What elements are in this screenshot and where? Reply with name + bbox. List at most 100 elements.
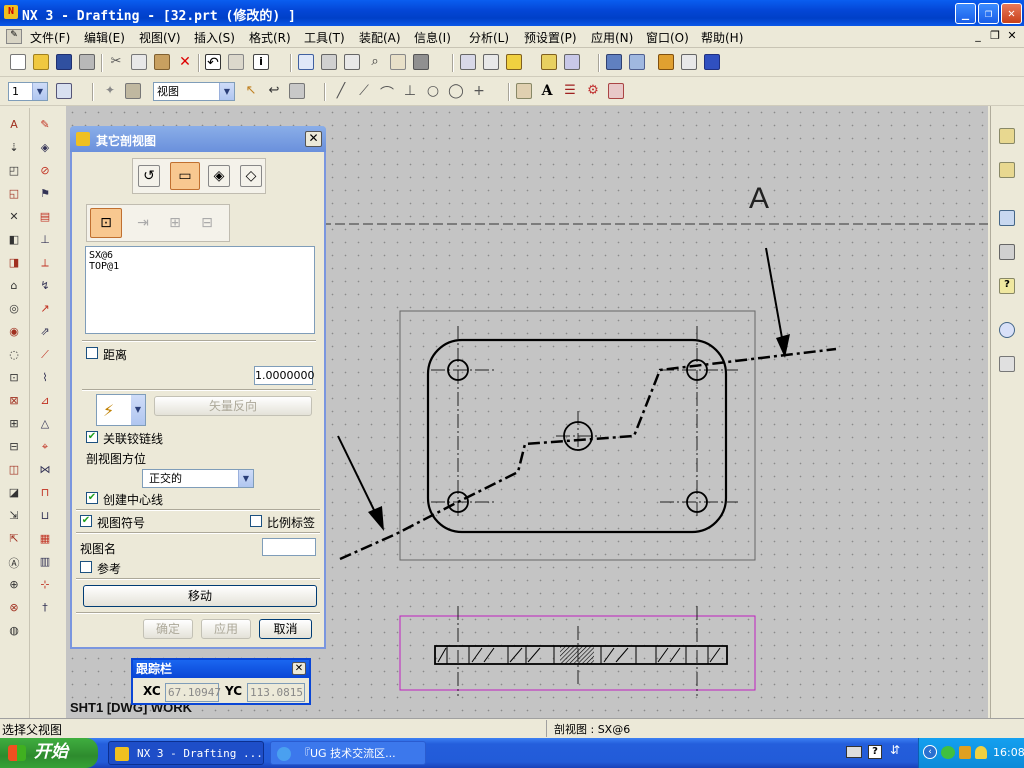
tool-d-icon[interactable]: ◧ xyxy=(6,233,22,248)
dim-tool-20-icon[interactable]: ▥ xyxy=(37,555,53,570)
layer-combo[interactable]: 1 ▼ xyxy=(8,82,48,101)
material-icon[interactable] xyxy=(629,54,645,70)
repeat-icon[interactable] xyxy=(228,54,244,70)
cancel-button[interactable]: 取消 xyxy=(259,619,312,639)
dim-tool-3-icon[interactable]: ⊘ xyxy=(37,164,53,179)
layer-settings-icon[interactable] xyxy=(56,83,72,99)
fit-view-icon[interactable] xyxy=(298,54,314,70)
tool-u-icon[interactable]: ◍ xyxy=(6,624,22,639)
system-icon[interactable] xyxy=(999,356,1015,372)
delete-icon[interactable]: ✕ xyxy=(177,54,193,70)
menu-window[interactable]: 窗口(O) xyxy=(646,29,689,46)
copy-icon[interactable] xyxy=(131,54,147,70)
tool-s-icon[interactable]: ⊕ xyxy=(6,578,22,593)
list-item[interactable]: TOP@1 xyxy=(89,261,311,272)
view-tool-icon[interactable] xyxy=(289,83,305,99)
tool-c-icon[interactable]: ✕ xyxy=(6,210,22,225)
tool-h-icon[interactable]: ◉ xyxy=(6,325,22,340)
dim-tool-6-icon[interactable]: ⊥ xyxy=(37,233,53,248)
help-icon[interactable]: ? xyxy=(999,278,1015,294)
expand-icon[interactable]: ⇣ xyxy=(6,141,22,156)
dim-tool-5-icon[interactable]: ▤ xyxy=(37,210,53,225)
select-filter-icon[interactable] xyxy=(541,54,557,70)
menu-preferences[interactable]: 预设置(P) xyxy=(524,29,577,46)
vector-method-select[interactable]: ⚡ ▼ xyxy=(96,394,146,426)
output-icon[interactable] xyxy=(704,54,720,70)
security-icon[interactable] xyxy=(959,746,971,759)
dim-tool-21-icon[interactable]: ⊹ xyxy=(37,578,53,593)
menu-insert[interactable]: 插入(S) xyxy=(194,29,235,46)
tool-t-icon[interactable]: ⊗ xyxy=(6,601,22,616)
plot-icon[interactable] xyxy=(608,83,624,99)
yc-field[interactable]: 113.0815 xyxy=(247,683,305,702)
doc-minimize-button[interactable]: _ xyxy=(970,29,986,44)
create-centerline-checkbox[interactable]: ✔ xyxy=(86,492,98,504)
print-icon[interactable] xyxy=(79,54,95,70)
object-display-icon[interactable] xyxy=(606,54,622,70)
text-tool-icon[interactable]: A xyxy=(6,118,22,133)
dim-tool-7-icon[interactable]: ⟂ xyxy=(37,256,53,271)
task-browser[interactable]: 『UG 技术交流区... xyxy=(270,741,426,765)
tray-arrow-icon[interactable]: ⇵ xyxy=(890,743,900,757)
menu-help[interactable]: 帮助(H) xyxy=(701,29,743,46)
menu-tools[interactable]: 工具(T) xyxy=(304,29,345,46)
dim-tool-14-icon[interactable]: △ xyxy=(37,417,53,432)
dim-tool-19-icon[interactable]: ▦ xyxy=(37,532,53,547)
circle-icon[interactable]: ○ xyxy=(425,83,441,99)
menu-application[interactable]: 应用(N) xyxy=(591,29,633,46)
tool-k-icon[interactable]: ⊠ xyxy=(6,394,22,409)
tracking-close-button[interactable]: ✕ xyxy=(292,662,306,675)
dialog-close-button[interactable]: ✕ xyxy=(305,131,322,147)
view-name-input[interactable] xyxy=(262,538,316,556)
cut-icon[interactable]: ✂ xyxy=(108,54,124,70)
tray-expand-icon[interactable]: ‹ xyxy=(923,745,937,759)
half-section-icon[interactable]: ▭ xyxy=(170,162,200,190)
tool-r-icon[interactable]: Ⓐ xyxy=(6,555,22,570)
help-tray-icon[interactable]: ? xyxy=(868,745,882,759)
apply-button[interactable]: 应用 xyxy=(201,619,251,639)
solid-icon[interactable] xyxy=(125,83,141,99)
wcs-icon[interactable] xyxy=(506,54,522,70)
tool-f-icon[interactable]: ⌂ xyxy=(6,279,22,294)
menu-info[interactable]: 信息(I) xyxy=(414,29,451,46)
menu-assembly[interactable]: 装配(A) xyxy=(359,29,401,46)
select-parent-icon[interactable]: ⊡ xyxy=(90,208,122,238)
place-view-icon[interactable]: ⊟ xyxy=(196,212,218,234)
task-nx[interactable]: NX 3 - Drafting ... xyxy=(108,741,264,765)
dimension-icon[interactable] xyxy=(516,83,532,99)
unfolded-section-icon[interactable]: ◇ xyxy=(240,165,262,187)
dim-tool-9-icon[interactable]: ↗ xyxy=(37,302,53,317)
cross-icon[interactable]: + xyxy=(471,83,487,99)
layer-icon[interactable] xyxy=(460,54,476,70)
list-item[interactable]: SX@6 xyxy=(89,250,311,261)
tool-q-icon[interactable]: ⇱ xyxy=(6,532,22,547)
light-icon[interactable] xyxy=(681,54,697,70)
menu-file[interactable]: 文件(F) xyxy=(30,29,70,46)
revolved-section-icon[interactable]: ↺ xyxy=(138,165,160,187)
perpendicular-icon[interactable]: ⊥ xyxy=(402,83,418,99)
shade-icon[interactable] xyxy=(413,54,429,70)
history-icon[interactable] xyxy=(999,322,1015,338)
pan-icon[interactable] xyxy=(344,54,360,70)
menu-edit[interactable]: 编辑(E) xyxy=(84,29,125,46)
tool-g-icon[interactable]: ◎ xyxy=(6,302,22,317)
network-icon[interactable] xyxy=(941,746,955,759)
tool-m-icon[interactable]: ⊟ xyxy=(6,440,22,455)
circle2-icon[interactable]: ◯ xyxy=(448,83,464,99)
assembly-nav-icon[interactable] xyxy=(999,128,1015,144)
palette-icon[interactable] xyxy=(999,244,1015,260)
tool-j-icon[interactable]: ⊡ xyxy=(6,371,22,386)
minimize-button[interactable]: _ xyxy=(955,3,976,24)
menu-view[interactable]: 视图(V) xyxy=(139,29,181,46)
dim-tool-17-icon[interactable]: ⊓ xyxy=(37,486,53,501)
move-button[interactable]: 移动 xyxy=(83,585,317,607)
distance-checkbox[interactable] xyxy=(86,347,98,359)
ok-button[interactable]: 确定 xyxy=(143,619,193,639)
reference-checkbox[interactable] xyxy=(80,561,92,573)
menu-analysis[interactable]: 分析(L) xyxy=(469,29,509,46)
undo-icon[interactable]: ↶ xyxy=(205,54,221,71)
view-list[interactable]: SX@6 TOP@1 xyxy=(85,246,315,334)
rotate-icon[interactable] xyxy=(390,54,406,70)
dim-tool-13-icon[interactable]: ⊿ xyxy=(37,394,53,409)
tool-e-icon[interactable]: ◨ xyxy=(6,256,22,271)
